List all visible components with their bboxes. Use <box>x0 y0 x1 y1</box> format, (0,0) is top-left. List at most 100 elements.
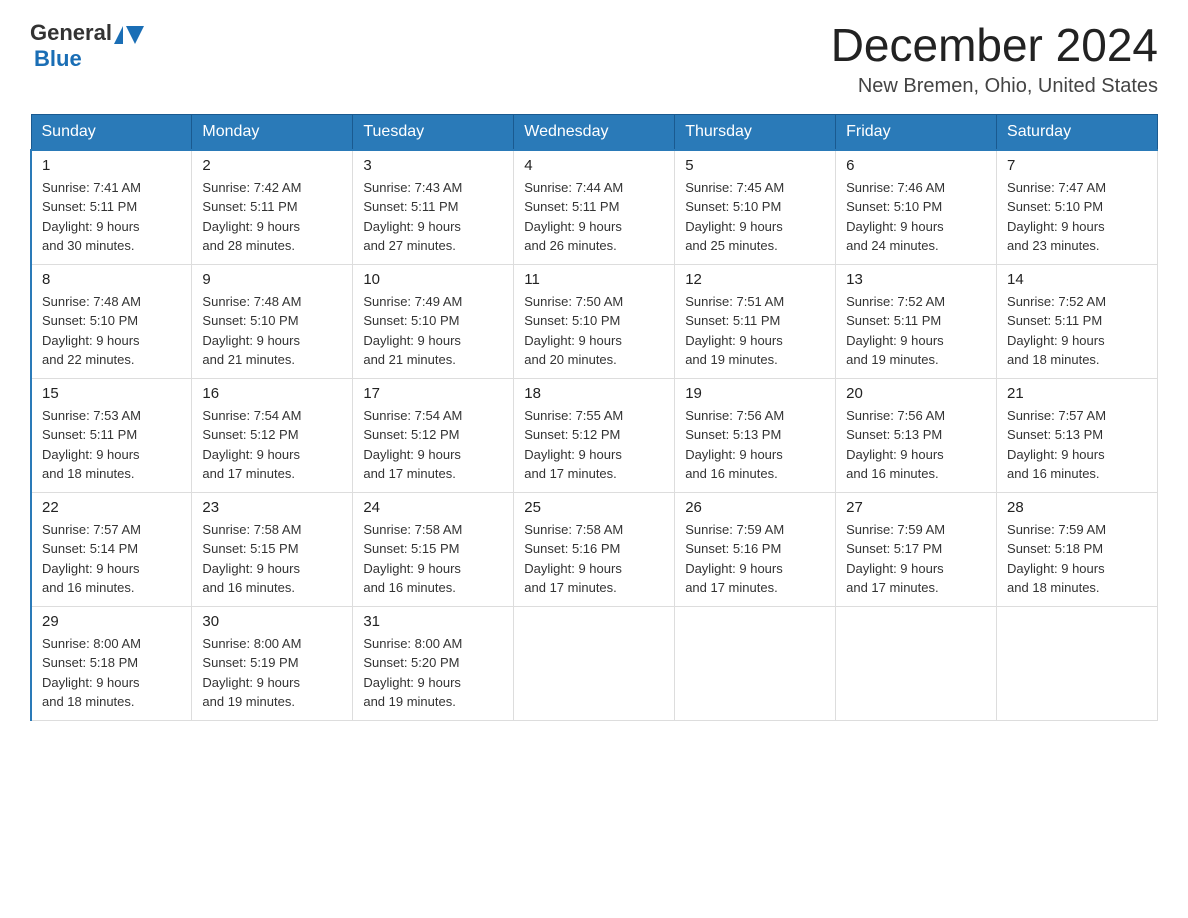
calendar-cell: 18 Sunrise: 7:55 AM Sunset: 5:12 PM Dayl… <box>514 378 675 492</box>
day-number: 1 <box>42 157 181 174</box>
calendar-cell: 28 Sunrise: 7:59 AM Sunset: 5:18 PM Dayl… <box>997 492 1158 606</box>
month-title: December 2024 <box>831 20 1158 71</box>
day-info: Sunrise: 7:58 AM Sunset: 5:15 PM Dayligh… <box>202 520 342 598</box>
weekday-header-tuesday: Tuesday <box>353 114 514 150</box>
logo-blue: Blue <box>34 46 82 72</box>
calendar-cell <box>997 606 1158 720</box>
calendar-cell: 14 Sunrise: 7:52 AM Sunset: 5:11 PM Dayl… <box>997 264 1158 378</box>
day-info: Sunrise: 7:51 AM Sunset: 5:11 PM Dayligh… <box>685 292 825 370</box>
day-info: Sunrise: 8:00 AM Sunset: 5:18 PM Dayligh… <box>42 634 181 712</box>
day-number: 12 <box>685 271 825 288</box>
calendar-cell: 30 Sunrise: 8:00 AM Sunset: 5:19 PM Dayl… <box>192 606 353 720</box>
calendar-cell: 22 Sunrise: 7:57 AM Sunset: 5:14 PM Dayl… <box>31 492 192 606</box>
day-info: Sunrise: 7:57 AM Sunset: 5:14 PM Dayligh… <box>42 520 181 598</box>
calendar-week-5: 29 Sunrise: 8:00 AM Sunset: 5:18 PM Dayl… <box>31 606 1158 720</box>
calendar-week-1: 1 Sunrise: 7:41 AM Sunset: 5:11 PM Dayli… <box>31 150 1158 265</box>
calendar-cell: 4 Sunrise: 7:44 AM Sunset: 5:11 PM Dayli… <box>514 150 675 265</box>
weekday-header-sunday: Sunday <box>31 114 192 150</box>
day-info: Sunrise: 7:56 AM Sunset: 5:13 PM Dayligh… <box>685 406 825 484</box>
day-number: 11 <box>524 271 664 288</box>
calendar-cell: 23 Sunrise: 7:58 AM Sunset: 5:15 PM Dayl… <box>192 492 353 606</box>
title-block: December 2024 New Bremen, Ohio, United S… <box>831 20 1158 98</box>
day-info: Sunrise: 7:56 AM Sunset: 5:13 PM Dayligh… <box>846 406 986 484</box>
day-info: Sunrise: 7:52 AM Sunset: 5:11 PM Dayligh… <box>846 292 986 370</box>
day-info: Sunrise: 7:58 AM Sunset: 5:16 PM Dayligh… <box>524 520 664 598</box>
day-info: Sunrise: 8:00 AM Sunset: 5:20 PM Dayligh… <box>363 634 503 712</box>
day-number: 29 <box>42 613 181 630</box>
calendar-cell: 21 Sunrise: 7:57 AM Sunset: 5:13 PM Dayl… <box>997 378 1158 492</box>
calendar-cell: 1 Sunrise: 7:41 AM Sunset: 5:11 PM Dayli… <box>31 150 192 265</box>
day-number: 14 <box>1007 271 1147 288</box>
calendar-cell: 27 Sunrise: 7:59 AM Sunset: 5:17 PM Dayl… <box>836 492 997 606</box>
day-info: Sunrise: 7:45 AM Sunset: 5:10 PM Dayligh… <box>685 178 825 256</box>
day-number: 8 <box>42 271 181 288</box>
day-number: 6 <box>846 157 986 174</box>
day-number: 20 <box>846 385 986 402</box>
day-info: Sunrise: 7:46 AM Sunset: 5:10 PM Dayligh… <box>846 178 986 256</box>
calendar-cell: 20 Sunrise: 7:56 AM Sunset: 5:13 PM Dayl… <box>836 378 997 492</box>
weekday-header-saturday: Saturday <box>997 114 1158 150</box>
calendar-cell: 5 Sunrise: 7:45 AM Sunset: 5:10 PM Dayli… <box>675 150 836 265</box>
day-info: Sunrise: 7:47 AM Sunset: 5:10 PM Dayligh… <box>1007 178 1147 256</box>
day-number: 26 <box>685 499 825 516</box>
day-number: 31 <box>363 613 503 630</box>
day-info: Sunrise: 7:53 AM Sunset: 5:11 PM Dayligh… <box>42 406 181 484</box>
weekday-header-monday: Monday <box>192 114 353 150</box>
calendar-week-4: 22 Sunrise: 7:57 AM Sunset: 5:14 PM Dayl… <box>31 492 1158 606</box>
day-number: 9 <box>202 271 342 288</box>
day-info: Sunrise: 7:48 AM Sunset: 5:10 PM Dayligh… <box>202 292 342 370</box>
calendar-week-3: 15 Sunrise: 7:53 AM Sunset: 5:11 PM Dayl… <box>31 378 1158 492</box>
day-number: 23 <box>202 499 342 516</box>
weekday-header-row: SundayMondayTuesdayWednesdayThursdayFrid… <box>31 114 1158 150</box>
day-number: 13 <box>846 271 986 288</box>
weekday-header-friday: Friday <box>836 114 997 150</box>
day-info: Sunrise: 7:50 AM Sunset: 5:10 PM Dayligh… <box>524 292 664 370</box>
calendar-cell <box>514 606 675 720</box>
calendar-table: SundayMondayTuesdayWednesdayThursdayFrid… <box>30 114 1158 721</box>
calendar-cell: 31 Sunrise: 8:00 AM Sunset: 5:20 PM Dayl… <box>353 606 514 720</box>
day-info: Sunrise: 7:58 AM Sunset: 5:15 PM Dayligh… <box>363 520 503 598</box>
day-info: Sunrise: 7:59 AM Sunset: 5:18 PM Dayligh… <box>1007 520 1147 598</box>
day-info: Sunrise: 7:54 AM Sunset: 5:12 PM Dayligh… <box>363 406 503 484</box>
day-number: 25 <box>524 499 664 516</box>
calendar-cell: 9 Sunrise: 7:48 AM Sunset: 5:10 PM Dayli… <box>192 264 353 378</box>
logo: General Blue <box>30 20 145 72</box>
calendar-cell: 19 Sunrise: 7:56 AM Sunset: 5:13 PM Dayl… <box>675 378 836 492</box>
calendar-cell: 7 Sunrise: 7:47 AM Sunset: 5:10 PM Dayli… <box>997 150 1158 265</box>
logo-general: General <box>30 20 112 46</box>
calendar-cell: 17 Sunrise: 7:54 AM Sunset: 5:12 PM Dayl… <box>353 378 514 492</box>
day-info: Sunrise: 7:41 AM Sunset: 5:11 PM Dayligh… <box>42 178 181 256</box>
day-info: Sunrise: 8:00 AM Sunset: 5:19 PM Dayligh… <box>202 634 342 712</box>
day-number: 7 <box>1007 157 1147 174</box>
calendar-week-2: 8 Sunrise: 7:48 AM Sunset: 5:10 PM Dayli… <box>31 264 1158 378</box>
day-info: Sunrise: 7:42 AM Sunset: 5:11 PM Dayligh… <box>202 178 342 256</box>
location: New Bremen, Ohio, United States <box>831 75 1158 98</box>
day-info: Sunrise: 7:55 AM Sunset: 5:12 PM Dayligh… <box>524 406 664 484</box>
day-number: 5 <box>685 157 825 174</box>
calendar-cell: 15 Sunrise: 7:53 AM Sunset: 5:11 PM Dayl… <box>31 378 192 492</box>
day-info: Sunrise: 7:59 AM Sunset: 5:17 PM Dayligh… <box>846 520 986 598</box>
day-info: Sunrise: 7:57 AM Sunset: 5:13 PM Dayligh… <box>1007 406 1147 484</box>
day-number: 19 <box>685 385 825 402</box>
day-number: 17 <box>363 385 503 402</box>
calendar-cell: 6 Sunrise: 7:46 AM Sunset: 5:10 PM Dayli… <box>836 150 997 265</box>
day-number: 24 <box>363 499 503 516</box>
day-number: 2 <box>202 157 342 174</box>
calendar-cell: 3 Sunrise: 7:43 AM Sunset: 5:11 PM Dayli… <box>353 150 514 265</box>
day-number: 18 <box>524 385 664 402</box>
page-header: General Blue December 2024 New Bremen, O… <box>30 20 1158 98</box>
calendar-cell: 16 Sunrise: 7:54 AM Sunset: 5:12 PM Dayl… <box>192 378 353 492</box>
day-info: Sunrise: 7:48 AM Sunset: 5:10 PM Dayligh… <box>42 292 181 370</box>
day-number: 28 <box>1007 499 1147 516</box>
calendar-cell: 25 Sunrise: 7:58 AM Sunset: 5:16 PM Dayl… <box>514 492 675 606</box>
day-number: 4 <box>524 157 664 174</box>
day-number: 3 <box>363 157 503 174</box>
day-info: Sunrise: 7:49 AM Sunset: 5:10 PM Dayligh… <box>363 292 503 370</box>
day-info: Sunrise: 7:44 AM Sunset: 5:11 PM Dayligh… <box>524 178 664 256</box>
day-info: Sunrise: 7:52 AM Sunset: 5:11 PM Dayligh… <box>1007 292 1147 370</box>
day-number: 16 <box>202 385 342 402</box>
calendar-cell <box>675 606 836 720</box>
day-info: Sunrise: 7:54 AM Sunset: 5:12 PM Dayligh… <box>202 406 342 484</box>
calendar-cell: 13 Sunrise: 7:52 AM Sunset: 5:11 PM Dayl… <box>836 264 997 378</box>
day-number: 21 <box>1007 385 1147 402</box>
